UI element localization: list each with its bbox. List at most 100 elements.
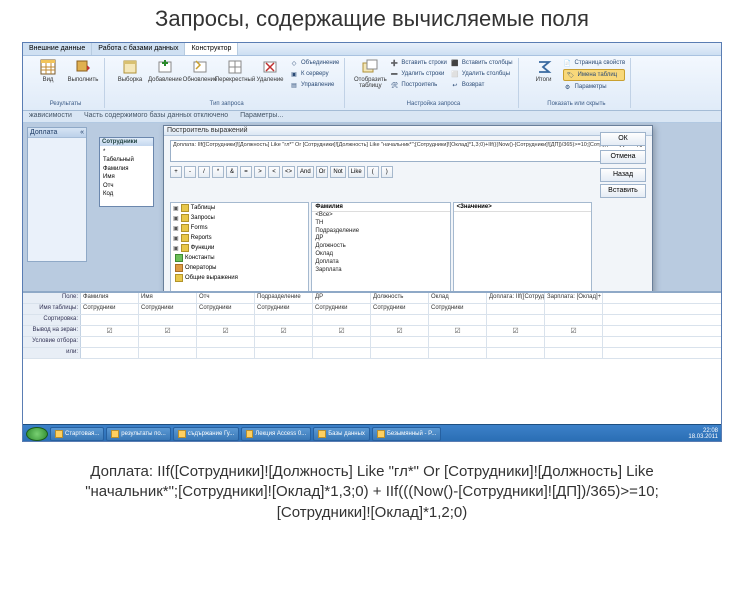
- expression-textarea[interactable]: Доплата: IIf([Сотрудники]![Должность] Li…: [170, 140, 646, 162]
- grid-cell[interactable]: Подразделение: [255, 293, 313, 303]
- grid-cell[interactable]: Сотрудники: [197, 304, 255, 314]
- datadef-query-item[interactable]: ▤Управление: [289, 80, 339, 90]
- grid-cell[interactable]: ДР: [313, 293, 371, 303]
- category-tree[interactable]: ▣Таблицы ▣Запросы ▣Forms ▣Reports ▣Функц…: [170, 202, 309, 294]
- list-item[interactable]: Должность: [312, 243, 449, 251]
- grid-cell[interactable]: Оклад: [429, 293, 487, 303]
- list-item[interactable]: <Все>: [312, 212, 449, 220]
- grid-cell[interactable]: Должность: [371, 293, 429, 303]
- op-lt[interactable]: <: [268, 166, 280, 178]
- cancel-button[interactable]: Отмена: [600, 150, 646, 164]
- insert-cols-item[interactable]: ⬛Вставить столбцы: [450, 58, 513, 68]
- start-button[interactable]: [26, 427, 48, 441]
- system-tray[interactable]: 22:08 18.03.2011: [688, 428, 718, 440]
- list-item[interactable]: Оклад: [312, 251, 449, 259]
- field-all[interactable]: *: [103, 148, 150, 156]
- builder-item[interactable]: 🛠Построитель: [389, 80, 447, 90]
- taskbar-item[interactable]: Стартовая...: [50, 427, 104, 441]
- op-or[interactable]: Or: [316, 166, 329, 178]
- field-code[interactable]: Код: [103, 190, 150, 198]
- group-showhide-label: Показать или скрыть: [528, 101, 626, 108]
- return-item[interactable]: ↩Возврат: [450, 80, 513, 90]
- union-query-item[interactable]: ◇Объединение: [289, 58, 339, 68]
- field-firstname[interactable]: Имя: [103, 173, 150, 181]
- op-lparen[interactable]: (: [367, 166, 379, 178]
- grid-cell[interactable]: Сотрудники: [429, 304, 487, 314]
- fields-list[interactable]: Фамилия <Все> ТН Подразделение ДР Должно…: [311, 202, 450, 294]
- qbe-grid[interactable]: Поле: Фамилия Имя Отч Подразделение ДР Д…: [23, 291, 721, 431]
- op-rparen[interactable]: ): [381, 166, 393, 178]
- props-icon: 📄: [563, 58, 573, 68]
- grid-cell[interactable]: [81, 315, 139, 325]
- delete-query-button[interactable]: Удаление: [254, 58, 286, 90]
- field-patr[interactable]: Отч: [103, 182, 150, 190]
- taskbar-item[interactable]: съдържание Гу...: [173, 427, 239, 441]
- grid-cell[interactable]: Фамилия: [81, 293, 139, 303]
- grid-cell[interactable]: [545, 304, 603, 314]
- grid-cell[interactable]: Сотрудники: [81, 304, 139, 314]
- grid-cell[interactable]: Сотрудники: [255, 304, 313, 314]
- grid-cell[interactable]: Сотрудники: [139, 304, 197, 314]
- select-query-button[interactable]: Выборка: [114, 58, 146, 90]
- nav-pane[interactable]: Доплата «: [27, 127, 87, 262]
- field-lastname[interactable]: Фамилия: [103, 165, 150, 173]
- grid-cell[interactable]: Доплата: IIf([Сотрудники]![Должность]: [487, 293, 545, 303]
- grid-cell[interactable]: [487, 304, 545, 314]
- update-query-button[interactable]: Обновление: [184, 58, 216, 90]
- insert-button[interactable]: Вставить: [600, 184, 646, 198]
- list-item[interactable]: Доплата: [312, 259, 449, 267]
- view-button[interactable]: Вид: [32, 58, 64, 83]
- op-gt[interactable]: >: [254, 166, 266, 178]
- msgbar-params[interactable]: Параметры...: [234, 111, 289, 122]
- op-div[interactable]: /: [198, 166, 210, 178]
- taskbar-item[interactable]: результаты по...: [106, 427, 170, 441]
- passthrough-query-item[interactable]: ▣К серверу: [289, 69, 339, 79]
- op-like[interactable]: Like: [348, 166, 365, 178]
- grid-cell[interactable]: Отч: [197, 293, 255, 303]
- parameters-item[interactable]: ⚙Параметры: [563, 82, 626, 92]
- grid-cell[interactable]: Имя: [139, 293, 197, 303]
- list-item[interactable]: ДР: [312, 235, 449, 243]
- delete-rows-item[interactable]: ➖Удалить строки: [389, 69, 447, 79]
- access-window: Внешние данные Работа с базами данных Ко…: [22, 42, 722, 442]
- taskbar-item[interactable]: Лекция Access 0...: [241, 427, 311, 441]
- select-icon: [121, 58, 139, 76]
- op-minus[interactable]: -: [184, 166, 196, 178]
- ribbon-tab-design[interactable]: Конструктор: [185, 43, 238, 55]
- values-list[interactable]: <Значение>: [453, 202, 592, 294]
- grid-cell[interactable]: Зарплата: [Оклад]+: [545, 293, 603, 303]
- op-plus[interactable]: +: [170, 166, 182, 178]
- taskbar-item[interactable]: Безымянный - P...: [372, 427, 441, 441]
- op-mul[interactable]: *: [212, 166, 224, 178]
- property-sheet-item[interactable]: 📄Страница свойств: [563, 58, 626, 68]
- msgbar-dep[interactable]: жависимости: [23, 111, 78, 122]
- delete-cols-item[interactable]: ⬜Удалить столбцы: [450, 69, 513, 79]
- grid-cell[interactable]: Сотрудники: [313, 304, 371, 314]
- field-list-employees[interactable]: Сотрудники * Табельный Фамилия Имя Отч К…: [99, 137, 154, 207]
- op-amp[interactable]: &: [226, 166, 238, 178]
- insert-rows-item[interactable]: ➕Вставить строки: [389, 58, 447, 68]
- show-checkbox[interactable]: ☑: [81, 326, 139, 336]
- folder-icon: [181, 234, 189, 242]
- op-eq[interactable]: =: [240, 166, 252, 178]
- taskbar-item[interactable]: Базы данных: [313, 427, 370, 441]
- crosstab-query-button[interactable]: Перекрестный: [219, 58, 251, 90]
- op-not[interactable]: Not: [330, 166, 345, 178]
- totals-button[interactable]: Итоги: [528, 58, 560, 92]
- ribbon-tab-dbtools[interactable]: Работа с базами данных: [92, 43, 185, 55]
- undo-button[interactable]: Назад: [600, 168, 646, 182]
- run-button[interactable]: Выполнить: [67, 58, 99, 83]
- ribbon-tab-external[interactable]: Внешние данные: [23, 43, 92, 55]
- field-tn[interactable]: Табельный: [103, 156, 150, 164]
- show-table-button[interactable]: Отобразить таблицу: [354, 58, 386, 90]
- op-and[interactable]: And: [297, 166, 314, 178]
- collapse-icon[interactable]: «: [80, 129, 84, 136]
- op-ne[interactable]: <>: [282, 166, 295, 178]
- list-item[interactable]: Подразделение: [312, 228, 449, 236]
- table-names-item[interactable]: 🏷Имена таблиц: [563, 69, 626, 81]
- grid-cell[interactable]: Сотрудники: [371, 304, 429, 314]
- list-item[interactable]: ТН: [312, 220, 449, 228]
- ok-button[interactable]: ОК: [600, 132, 646, 146]
- append-query-button[interactable]: Добавление: [149, 58, 181, 90]
- list-item[interactable]: Зарплата: [312, 267, 449, 275]
